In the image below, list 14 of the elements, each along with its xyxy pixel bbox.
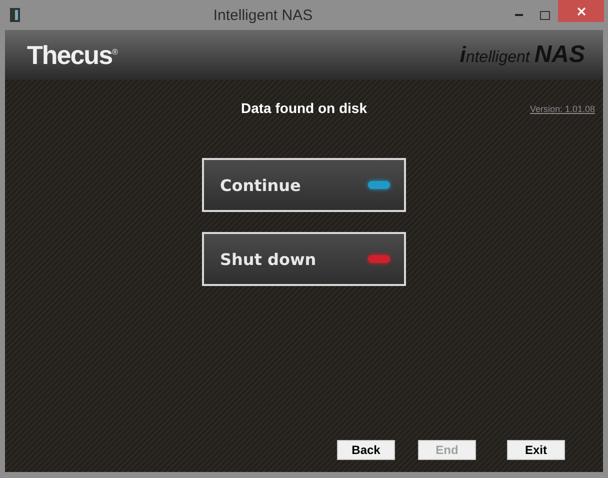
minimize-icon	[515, 14, 523, 16]
close-icon	[576, 6, 586, 16]
action-button[interactable]: Shut down	[202, 232, 406, 286]
logo: Thecus$^{®}$	[27, 40, 117, 70]
close-button[interactable]	[558, 0, 604, 22]
nav-button[interactable]: Exit	[507, 440, 565, 460]
app-icon	[10, 8, 20, 22]
maximize-icon	[540, 10, 550, 20]
nav-button[interactable]: Back	[337, 440, 395, 460]
version-link[interactable]: Version: 1.01.08	[530, 104, 595, 114]
product-name: intelligent NAS	[460, 41, 585, 69]
window-title: Intelligent NAS	[212, 6, 314, 24]
action-button[interactable]: Continue	[202, 158, 406, 212]
page-heading: Data found on disk	[241, 100, 367, 116]
